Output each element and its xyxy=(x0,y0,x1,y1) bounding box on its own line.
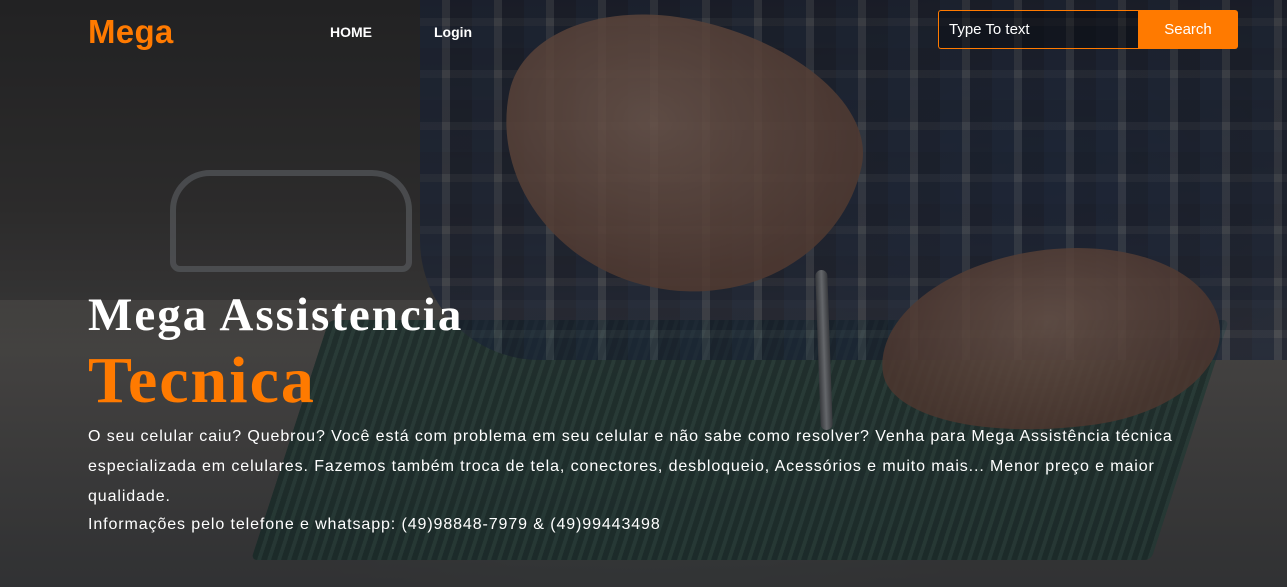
search-form: Search xyxy=(938,10,1238,49)
nav-link-home[interactable]: HOME xyxy=(330,24,372,40)
brand-logo[interactable]: Mega xyxy=(88,13,174,51)
search-button[interactable]: Search xyxy=(1138,10,1238,49)
search-input[interactable] xyxy=(938,10,1138,49)
hero-title: Mega Assistencia xyxy=(88,289,464,341)
hero-description: O seu celular caiu? Quebrou? Você está c… xyxy=(88,428,1173,505)
hero-contact-info: Informações pelo telefone e whatsapp: (4… xyxy=(88,516,661,533)
nav-link-login[interactable]: Login xyxy=(434,24,472,40)
hero-subtitle: Tecnica xyxy=(88,344,316,417)
